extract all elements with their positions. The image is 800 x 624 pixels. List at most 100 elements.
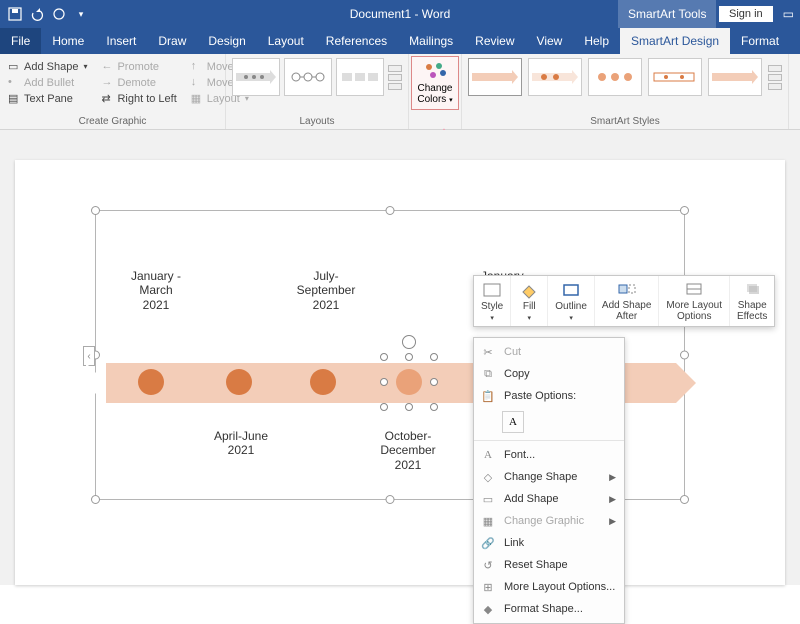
arrow-down-icon: ↓	[191, 76, 204, 89]
shape-handle[interactable]	[430, 403, 438, 411]
shape-handle[interactable]	[405, 403, 413, 411]
outline-icon	[560, 281, 582, 299]
tab-mailings[interactable]: Mailings	[398, 28, 464, 54]
ctx-add-shape[interactable]: ▭Add Shape▶	[474, 488, 624, 510]
layout-option-1[interactable]	[232, 58, 280, 96]
arrow-up-icon: ↑	[191, 60, 204, 73]
shape-handle[interactable]	[430, 353, 438, 361]
mini-toolbar: Style▾ Fill▾ Outline▾ Add ShapeAfter Mor…	[473, 275, 775, 327]
styles-scroll[interactable]	[768, 65, 782, 90]
shape-handle[interactable]	[380, 378, 388, 386]
group-label-reset: Reset	[795, 115, 800, 127]
tab-format[interactable]: Format	[730, 28, 790, 54]
add-shape-icon: ▭	[480, 491, 496, 507]
ribbon-display-icon[interactable]: ▭	[783, 7, 794, 21]
rotate-handle-icon[interactable]	[402, 335, 416, 349]
group-label-create-graphic: Create Graphic	[6, 115, 219, 127]
timeline-dot-3[interactable]	[310, 369, 336, 395]
ctx-link[interactable]: 🔗Link	[474, 532, 624, 554]
mini-fill-button[interactable]: Fill▾	[511, 276, 548, 326]
mini-shape-effects-button[interactable]: ShapeEffects	[730, 276, 774, 326]
paste-option-keep-text[interactable]: A	[502, 411, 524, 433]
tab-insert[interactable]: Insert	[95, 28, 147, 54]
mini-more-layout-button[interactable]: More LayoutOptions	[659, 276, 730, 326]
tab-file[interactable]: File	[0, 28, 41, 54]
resize-handle-nw[interactable]	[91, 206, 100, 215]
layouts-scroll[interactable]	[388, 65, 402, 90]
promote-icon: ←	[101, 60, 114, 73]
tab-smartart-design[interactable]: SmartArt Design	[620, 28, 730, 54]
ctx-change-shape[interactable]: ◇Change Shape▶	[474, 466, 624, 488]
style-option-4[interactable]	[648, 58, 702, 96]
group-label-styles: SmartArt Styles	[468, 115, 782, 127]
qat-dropdown-icon[interactable]: ▾	[74, 7, 88, 21]
resize-handle-e[interactable]	[680, 351, 689, 360]
tab-review[interactable]: Review	[464, 28, 525, 54]
mini-add-shape-after-button[interactable]: Add ShapeAfter	[595, 276, 660, 326]
ctx-font[interactable]: AFont...	[474, 444, 624, 466]
paste-icon: 📋	[480, 388, 496, 404]
mini-outline-button[interactable]: Outline▾	[548, 276, 595, 326]
tab-draw[interactable]: Draw	[147, 28, 197, 54]
submenu-arrow-icon: ▶	[609, 472, 616, 483]
ctx-more-layout-options[interactable]: ⊞More Layout Options...	[474, 576, 624, 598]
group-change-colors: ChangeColors ▾	[409, 54, 462, 129]
tab-design[interactable]: Design	[197, 28, 256, 54]
tab-view[interactable]: View	[526, 28, 574, 54]
mini-style-button[interactable]: Style▾	[474, 276, 511, 326]
document-area: ‹ January -March2021 July-September2021 …	[0, 130, 800, 585]
layout-option-3[interactable]	[336, 58, 384, 96]
tab-references[interactable]: References	[315, 28, 398, 54]
shape-handle[interactable]	[380, 353, 388, 361]
demote-button: →Demote	[99, 75, 178, 90]
undo-icon[interactable]	[30, 7, 44, 21]
font-icon: A	[480, 447, 496, 463]
timeline-dot-2[interactable]	[226, 369, 252, 395]
text-only-icon: A	[509, 416, 517, 428]
resize-handle-n[interactable]	[386, 206, 395, 215]
style-option-2[interactable]	[528, 58, 582, 96]
demote-icon: →	[101, 76, 114, 89]
style-option-1[interactable]	[468, 58, 522, 96]
change-colors-button[interactable]: ChangeColors ▾	[411, 56, 459, 110]
shape-handle[interactable]	[405, 353, 413, 361]
sign-in-button[interactable]: Sign in	[719, 6, 773, 22]
right-to-left-button[interactable]: ⇄Right to Left	[99, 91, 178, 106]
ctx-reset-shape[interactable]: ↺Reset Shape	[474, 554, 624, 576]
ctx-format-shape[interactable]: ◆Format Shape...	[474, 598, 624, 620]
link-icon: 🔗	[480, 535, 496, 551]
context-menu: ✂Cut ⧉Copy 📋Paste Options: A AFont... ◇C…	[473, 337, 625, 624]
save-icon[interactable]	[8, 7, 22, 21]
ctx-cut: ✂Cut	[474, 341, 624, 363]
tab-help[interactable]: Help	[573, 28, 620, 54]
tell-me-search[interactable]: 💡 Tell me what you want to do	[790, 28, 800, 54]
add-shape-button[interactable]: ▭Add Shape▾	[6, 59, 89, 74]
ctx-change-graphic: ▦Change Graphic▶	[474, 510, 624, 532]
add-shape-icon: ▭	[8, 60, 21, 73]
resize-handle-ne[interactable]	[680, 206, 689, 215]
group-layouts: Layouts	[226, 54, 409, 129]
more-layout-icon: ⊞	[480, 579, 496, 595]
redo-icon[interactable]	[52, 7, 66, 21]
fill-icon	[518, 281, 540, 299]
resize-handle-s[interactable]	[386, 495, 395, 504]
shape-handle[interactable]	[430, 378, 438, 386]
text-pane-icon: ▤	[8, 92, 21, 105]
title-bar: ▾ Document1 - Word SmartArt Tools Sign i…	[0, 0, 800, 28]
reset-graphic-button[interactable]: ResetGraphic	[795, 58, 800, 104]
promote-button: ←Promote	[99, 59, 178, 74]
resize-handle-sw[interactable]	[91, 495, 100, 504]
copy-icon: ⧉	[480, 366, 496, 382]
timeline-dot-1[interactable]	[138, 369, 164, 395]
submenu-arrow-icon: ▶	[609, 494, 616, 505]
layout-option-2[interactable]	[284, 58, 332, 96]
style-option-3[interactable]	[588, 58, 642, 96]
resize-handle-se[interactable]	[680, 495, 689, 504]
shape-handle[interactable]	[380, 403, 388, 411]
ctx-copy[interactable]: ⧉Copy	[474, 363, 624, 385]
style-option-5[interactable]	[708, 58, 762, 96]
text-pane-button[interactable]: ▤Text Pane	[6, 91, 89, 106]
tab-layout[interactable]: Layout	[257, 28, 315, 54]
tab-home[interactable]: Home	[41, 28, 95, 54]
group-smartart-styles: SmartArt Styles	[462, 54, 789, 129]
